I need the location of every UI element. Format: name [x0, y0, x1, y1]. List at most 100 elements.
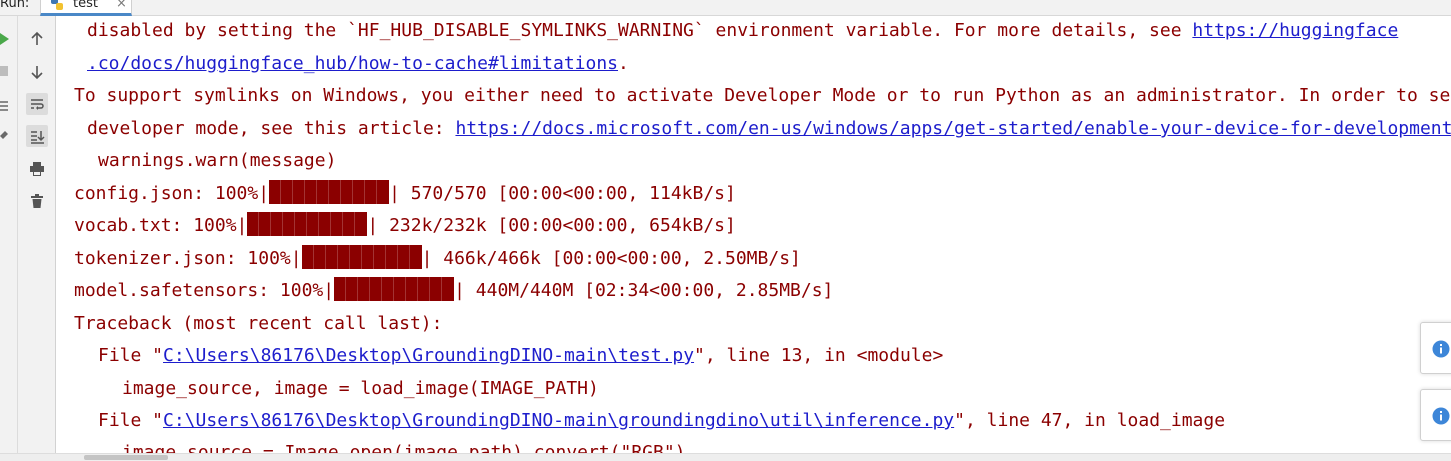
progress-segment [338, 245, 350, 269]
progress-segment [307, 212, 320, 236]
console-text: warnings.warn(message) [98, 150, 337, 171]
scroll-to-end-icon [31, 131, 45, 144]
soft-wrap-icon [31, 99, 44, 110]
progress-segment [305, 180, 318, 204]
progress-segment [281, 180, 294, 204]
progress-segment [398, 245, 410, 269]
progress-segment [410, 245, 422, 269]
console-text: To support symlinks on Windows, you eith… [74, 85, 1451, 106]
traceback-header: Traceback (most recent call last): [74, 310, 442, 338]
pin-tab-icon[interactable] [0, 128, 12, 142]
progress-segment [386, 245, 398, 269]
progress-segment [394, 277, 407, 301]
tab-test[interactable]: test × [40, 0, 132, 16]
progress-segment [358, 277, 371, 301]
download-label: vocab.txt: 100%| [74, 215, 248, 236]
progress-bar [301, 245, 422, 269]
progress-segment [271, 212, 284, 236]
progress-segment [442, 277, 454, 301]
microsoft-docs-link[interactable]: https://docs.microsoft.com/en-us/windows… [455, 118, 1451, 139]
download-progress-line: model.safetensors: 100%| | 440M/440M [02:… [74, 277, 833, 305]
up-arrow-button[interactable] [26, 28, 48, 50]
console-text: ", line 47, in load_image [954, 410, 1226, 431]
print-button[interactable] [26, 158, 48, 180]
progress-segment [346, 277, 359, 301]
console-toolbar [18, 16, 56, 461]
console-line: developer mode, see this article: https:… [87, 115, 1451, 143]
progress-segment [283, 212, 296, 236]
progress-segment [355, 212, 367, 236]
progress-segment [418, 277, 431, 301]
tab-label: test [73, 0, 98, 11]
console-line: disabled by setting the `HF_HUB_DISABLE_… [87, 17, 1398, 45]
console-output[interactable]: disabled by setting the `HF_HUB_DISABLE_… [57, 16, 1451, 453]
trash-icon [31, 194, 43, 208]
progress-segment [247, 212, 260, 236]
progress-segment [331, 212, 344, 236]
docs-link[interactable]: .co/docs/huggingface_hub/how-to-cache#li… [87, 53, 618, 74]
file-link-inference-py[interactable]: C:\Users\86176\Desktop\GroundingDINO-mai… [163, 410, 954, 431]
progress-bar [247, 212, 368, 236]
scrollbar-thumb[interactable] [84, 455, 168, 460]
info-icon [1432, 407, 1450, 425]
console-text: ", line 13, in <module> [694, 345, 944, 366]
progress-segment [353, 180, 366, 204]
docs-link[interactable]: https://huggingface [1192, 20, 1398, 41]
console-text: File " [98, 410, 164, 431]
console-text: . [618, 53, 629, 74]
traceback-code: image_source, image = load_image(IMAGE_P… [122, 375, 599, 403]
soft-wrap-button[interactable] [26, 93, 48, 115]
run-tabs-bar: Run: test × [0, 0, 1451, 16]
scroll-to-end-button[interactable] [26, 125, 48, 147]
progress-segment [377, 180, 389, 204]
progress-segment [317, 180, 330, 204]
progress-segment [295, 212, 308, 236]
notification-toast[interactable] [1420, 389, 1451, 441]
console-line: To support symlinks on Windows, you eith… [74, 82, 1451, 110]
download-stats: | 466k/466k [00:00<00:00, 2.50MB/s] [421, 248, 801, 269]
progress-segment [343, 212, 356, 236]
download-stats: | 570/570 [00:00<00:00, 114kB/s] [389, 183, 736, 204]
restore-layout-icon[interactable] [0, 98, 12, 112]
run-tool-window: Run: test × disabled by setting the `HF_… [0, 0, 1451, 461]
up-arrow-icon [31, 31, 43, 45]
progress-segment [350, 245, 362, 269]
python-file-icon [51, 0, 63, 10]
console-line: .co/docs/huggingface_hub/how-to-cache#li… [87, 50, 629, 78]
download-progress-line: vocab.txt: 100%| | 232k/232k [00:00<00:00… [74, 212, 736, 240]
download-label: tokenizer.json: 100%| [74, 248, 302, 269]
progress-segment [314, 245, 326, 269]
progress-segment [329, 180, 342, 204]
clear-all-button[interactable] [26, 190, 48, 212]
file-link-test-py[interactable]: C:\Users\86176\Desktop\GroundingDINO-mai… [163, 345, 694, 366]
progress-bar [269, 180, 390, 204]
progress-segment [319, 212, 332, 236]
progress-segment [334, 277, 347, 301]
progress-segment [370, 277, 383, 301]
progress-segment [302, 245, 314, 269]
console-text: disabled by setting the `HF_HUB_DISABLE_… [87, 20, 1193, 41]
rerun-icon[interactable] [0, 32, 12, 46]
run-controls-gutter [0, 16, 18, 461]
progress-bar [334, 277, 455, 301]
horizontal-scrollbar[interactable] [0, 453, 1451, 461]
console-line: warnings.warn(message) [98, 147, 336, 175]
progress-segment [269, 180, 282, 204]
progress-segment [362, 245, 374, 269]
progress-segment [326, 245, 338, 269]
console-text: image_source, image = load_image(IMAGE_P… [122, 378, 599, 399]
progress-segment [382, 277, 395, 301]
progress-segment [259, 212, 272, 236]
progress-segment [406, 277, 419, 301]
download-progress-line: tokenizer.json: 100%| | 466k/466k [00:00<… [74, 245, 801, 273]
down-arrow-button[interactable] [26, 61, 48, 83]
stop-icon[interactable] [0, 64, 12, 78]
close-tab-icon[interactable]: × [116, 0, 127, 11]
download-stats: | 232k/232k [00:00<00:00, 654kB/s] [367, 215, 736, 236]
traceback-frame: File "C:\Users\86176\Desktop\GroundingDI… [98, 407, 1225, 435]
notification-toast[interactable] [1420, 322, 1451, 374]
console-text: image_source = Image.open(image_path).co… [122, 442, 686, 453]
console-text: File " [98, 345, 164, 366]
download-progress-line: config.json: 100%| | 570/570 [00:00<00:00… [74, 180, 736, 208]
download-label: model.safetensors: 100%| [74, 280, 335, 301]
